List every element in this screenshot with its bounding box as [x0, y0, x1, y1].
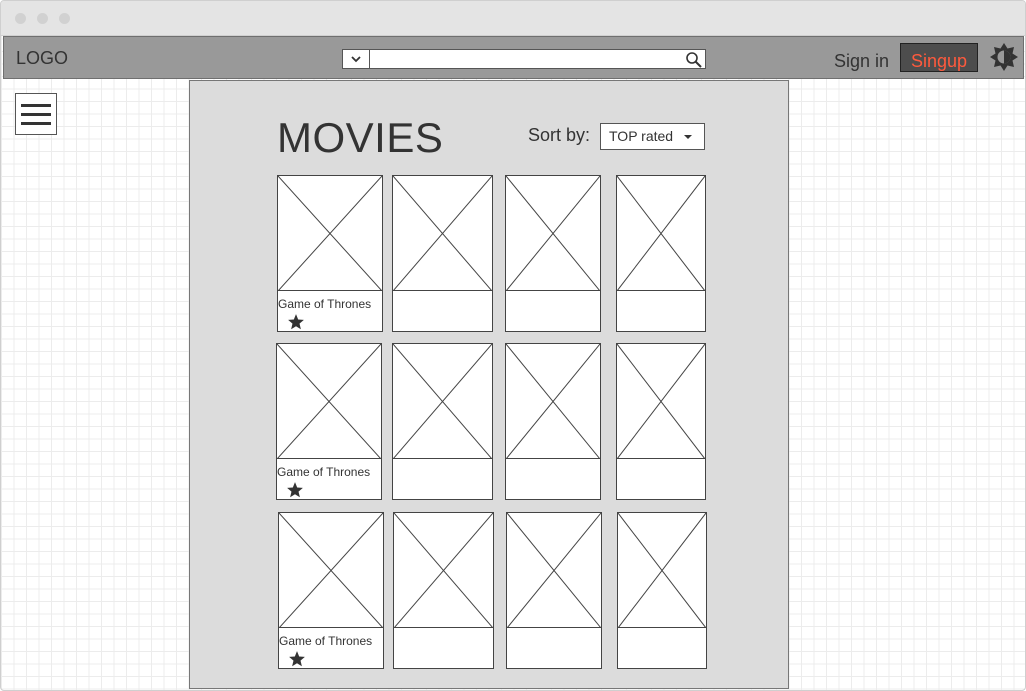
- poster-placeholder-image[interactable]: [506, 176, 600, 291]
- movie-card-footer: [617, 290, 705, 331]
- movie-card-footer: [618, 627, 706, 668]
- movie-card[interactable]: [506, 512, 602, 669]
- movie-card[interactable]: [505, 175, 601, 332]
- top-navbar: LOGO Sign in Singup: [3, 36, 1024, 79]
- movie-card[interactable]: Game of Thrones: [276, 343, 382, 500]
- search-filter-dropdown[interactable]: [342, 49, 370, 69]
- sort-dropdown[interactable]: TOP rated: [600, 123, 705, 150]
- poster-placeholder-image[interactable]: [277, 344, 381, 459]
- star-icon[interactable]: [288, 650, 306, 668]
- movie-card-footer: Game of Thrones: [278, 290, 382, 331]
- movie-card-footer: Game of Thrones: [277, 458, 381, 499]
- poster-placeholder-image[interactable]: [393, 344, 492, 459]
- poster-placeholder-image[interactable]: [278, 176, 382, 291]
- movie-card[interactable]: [617, 512, 707, 669]
- window-maximize-button[interactable]: [59, 13, 70, 24]
- movie-card[interactable]: [616, 343, 706, 500]
- signup-button[interactable]: Singup: [900, 43, 978, 72]
- movie-title[interactable]: Game of Thrones: [277, 465, 370, 479]
- movie-card-footer: [394, 627, 493, 668]
- search-input[interactable]: [370, 49, 706, 69]
- poster-placeholder-image[interactable]: [393, 176, 492, 291]
- logo[interactable]: LOGO: [16, 48, 68, 69]
- search-icon[interactable]: [685, 51, 703, 68]
- movie-card-footer: [393, 290, 492, 331]
- poster-placeholder-image[interactable]: [617, 344, 705, 459]
- movie-card[interactable]: [616, 175, 706, 332]
- movie-title[interactable]: Game of Thrones: [278, 297, 371, 311]
- poster-placeholder-image[interactable]: [507, 513, 601, 628]
- hamburger-icon: [21, 104, 51, 107]
- brightness-icon[interactable]: [989, 42, 1019, 72]
- movie-card[interactable]: [392, 343, 493, 500]
- movie-card[interactable]: Game of Thrones: [277, 175, 383, 332]
- chevron-down-icon: [351, 56, 361, 63]
- hamburger-line: [21, 113, 51, 116]
- movie-card-footer: Game of Thrones: [279, 627, 383, 668]
- sort-label: Sort by:: [528, 125, 591, 145]
- star-icon[interactable]: [287, 313, 305, 331]
- movies-panel: MOVIES Sort by: TOP rated Game of Throne…: [189, 80, 789, 689]
- movie-card-footer: [506, 458, 600, 499]
- movie-card[interactable]: Game of Thrones: [278, 512, 384, 669]
- caret-down-icon: [684, 135, 692, 139]
- poster-placeholder-image[interactable]: [617, 176, 705, 291]
- movie-card-footer: [506, 290, 600, 331]
- movie-title[interactable]: Game of Thrones: [279, 634, 372, 648]
- movie-card[interactable]: [505, 343, 601, 500]
- movie-card[interactable]: [392, 175, 493, 332]
- page-title: MOVIES: [277, 114, 444, 161]
- movie-card[interactable]: [393, 512, 494, 669]
- movie-card-footer: [393, 458, 492, 499]
- hamburger-menu-button[interactable]: [15, 93, 57, 135]
- movie-card-footer: [507, 627, 601, 668]
- hamburger-line: [21, 122, 51, 125]
- title-bar: [1, 1, 1025, 36]
- poster-placeholder-image[interactable]: [506, 344, 600, 459]
- poster-placeholder-image[interactable]: [618, 513, 706, 628]
- poster-placeholder-image[interactable]: [279, 513, 383, 628]
- window-close-button[interactable]: [15, 13, 26, 24]
- window-minimize-button[interactable]: [37, 13, 48, 24]
- poster-placeholder-image[interactable]: [394, 513, 493, 628]
- star-icon[interactable]: [286, 481, 304, 499]
- sort-selected-value: TOP rated: [609, 128, 674, 144]
- sign-in-link[interactable]: Sign in: [834, 51, 889, 72]
- movie-card-footer: [617, 458, 705, 499]
- browser-window: LOGO Sign in Singup MOVIES Sort by: TOP …: [0, 0, 1026, 691]
